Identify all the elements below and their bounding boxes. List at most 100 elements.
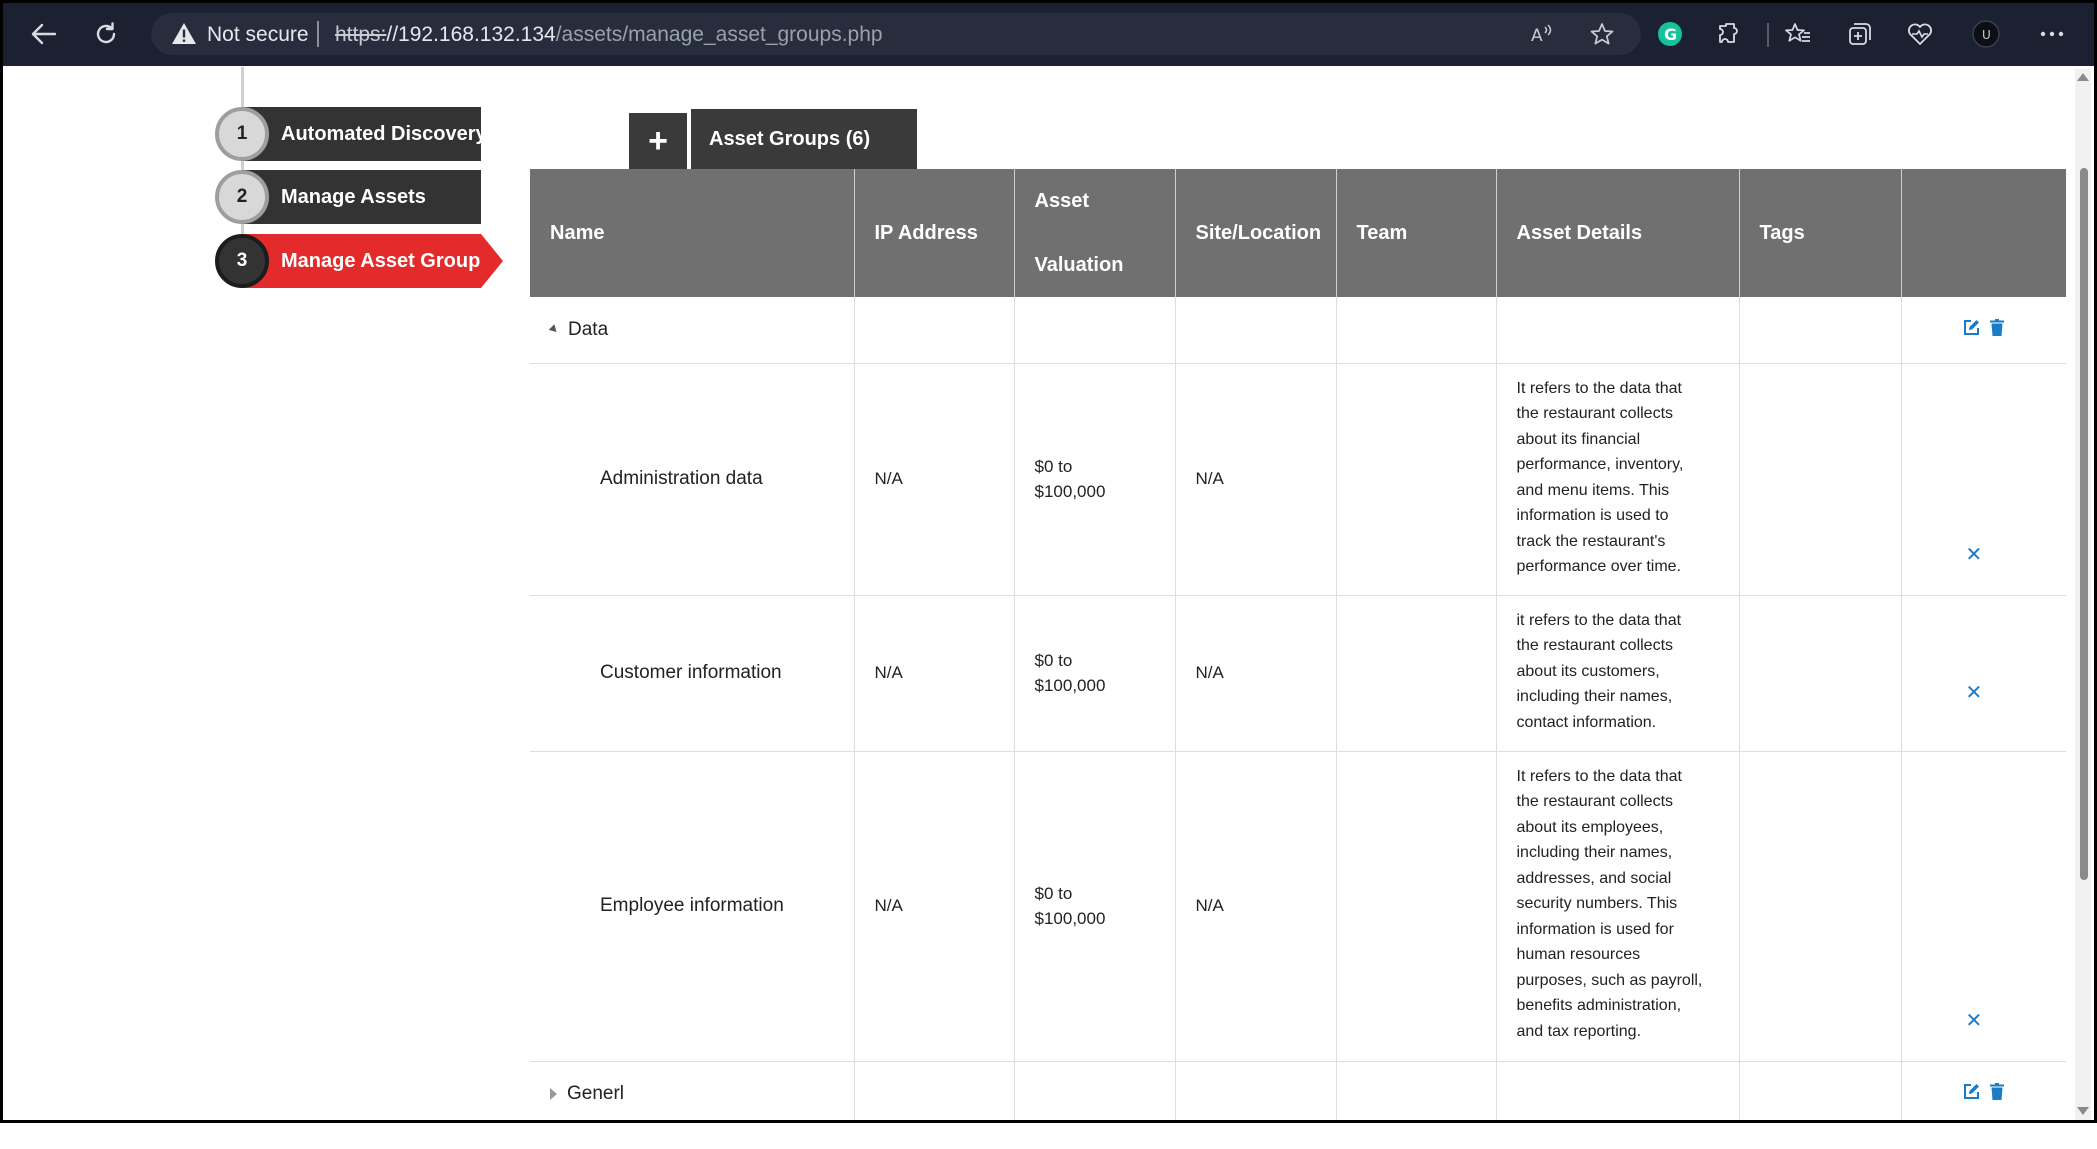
header-asset-valuation[interactable]: Asset Valuation	[1014, 169, 1176, 297]
details-line: the restaurant collects	[1516, 793, 1674, 810]
url-text[interactable]: https://192.168.132.134/assets/manage_as…	[335, 23, 883, 47]
group-row-data[interactable]: Data	[530, 297, 2066, 364]
asset-name[interactable]: Employee information	[530, 751, 855, 1062]
details-line: performance, inventory,	[1516, 456, 1684, 473]
header-ip-address[interactable]: IP Address	[854, 169, 1015, 297]
asset-tags	[1739, 751, 1902, 1062]
valuation-to: $100,000	[1034, 909, 1106, 928]
details-line: track the restaurant's	[1516, 532, 1666, 550]
asset-valuation: $0 to $100,000	[1014, 751, 1176, 1062]
details-line: contact information.	[1516, 713, 1657, 731]
asset-valuation: $0 to $100,000	[1014, 595, 1176, 752]
details-line: It refers to the data that	[1516, 379, 1682, 397]
asset-groups-table: Name IP Address Asset Valuation Site/Loca…	[530, 169, 2066, 1120]
table-row-administration-data[interactable]: Administration data N/A $0 to $100,000 N/…	[530, 363, 2066, 596]
details-line: benefits administration,	[1516, 997, 1682, 1014]
details-line: the restaurant collects	[1516, 405, 1674, 422]
app-frame: Not secure https://192.168.132.134/asset…	[0, 0, 2097, 1123]
details-line: about its customers,	[1516, 662, 1660, 680]
scrollbar-thumb[interactable]	[2080, 168, 2088, 880]
details-line: including their names,	[1516, 844, 1673, 861]
group-actions	[1901, 297, 2066, 364]
asset-ip: N/A	[854, 595, 1015, 752]
url-path: /assets/manage_asset_groups.php	[555, 23, 883, 46]
remove-x-icon[interactable]: ✕	[1966, 1008, 1983, 1033]
valuation-to: $100,000	[1034, 482, 1106, 501]
trash-icon[interactable]	[1990, 318, 2005, 341]
details-line: information is used to	[1516, 507, 1669, 524]
scroll-up-arrow-icon[interactable]	[2077, 73, 2089, 81]
table-row-customer-information[interactable]: Customer information N/A $0 to $100,000 N…	[530, 595, 2066, 752]
group-name-cell[interactable]: Generl	[530, 1061, 855, 1120]
asset-name[interactable]: Customer information	[530, 595, 855, 752]
asset-team	[1336, 363, 1497, 596]
header-valuation-line2: Valuation	[1034, 254, 1124, 276]
back-arrow-icon[interactable]	[27, 17, 61, 51]
tab-asset-groups[interactable]: Asset Groups (6)	[691, 109, 917, 169]
url-scheme: https:	[335, 23, 387, 46]
address-separator	[317, 21, 319, 47]
asset-team	[1336, 595, 1497, 752]
trash-icon[interactable]	[1990, 1083, 2005, 1105]
edit-icon[interactable]	[1963, 1083, 1980, 1105]
header-tags[interactable]: Tags	[1739, 169, 1902, 297]
header-name[interactable]: Name	[530, 169, 855, 297]
step-label: Manage Asset Groups	[241, 234, 491, 288]
step-label: Automated Discovery	[241, 107, 487, 161]
profile-icon[interactable]: U	[1969, 17, 2003, 51]
asset-site: N/A	[1175, 363, 1337, 596]
details-line: it refers to the data that	[1516, 611, 1682, 629]
group-row-generl[interactable]: Generl	[530, 1061, 2066, 1120]
asset-details: It refers to the data that the restauran…	[1496, 751, 1740, 1062]
details-line: and tax reporting.	[1516, 1022, 1642, 1040]
asset-tags	[1739, 595, 1902, 752]
header-asset-details[interactable]: Asset Details	[1496, 169, 1740, 297]
remove-x-icon[interactable]: ✕	[1966, 680, 1983, 705]
url-host: //192.168.132.134	[386, 23, 556, 46]
group-name-cell[interactable]: Data	[530, 297, 855, 364]
header-team[interactable]: Team	[1336, 169, 1497, 297]
asset-site: N/A	[1175, 595, 1337, 752]
group-name: Data	[568, 318, 609, 340]
details-line: human resources	[1516, 946, 1641, 963]
more-icon[interactable]	[2035, 17, 2069, 51]
details-line: addresses, and social	[1516, 869, 1672, 887]
caret-down-icon[interactable]	[548, 324, 560, 336]
edit-icon[interactable]	[1963, 319, 1980, 341]
security-warning-label[interactable]: Not secure	[207, 23, 309, 47]
details-line: about its financial	[1516, 430, 1641, 448]
asset-tags	[1739, 363, 1902, 596]
browser-toolbar: Not secure https://192.168.132.134/asset…	[3, 3, 2094, 66]
asset-name[interactable]: Administration data	[530, 363, 855, 596]
reload-icon[interactable]	[89, 17, 123, 51]
grammarly-icon[interactable]: G	[1653, 17, 1687, 51]
asset-ip: N/A	[854, 751, 1015, 1062]
details-line: and menu items. This	[1516, 481, 1670, 499]
asset-ip: N/A	[854, 363, 1015, 596]
asset-actions: ✕	[1901, 595, 2066, 752]
add-group-button[interactable]: +	[629, 113, 687, 169]
details-line: security numbers. This	[1516, 895, 1678, 912]
active-step-arrow	[481, 234, 503, 288]
collections-icon[interactable]	[1843, 17, 1877, 51]
valuation-to: $100,000	[1034, 676, 1106, 695]
details-line: including their names,	[1516, 688, 1673, 705]
grammarly-letter: G	[1664, 25, 1677, 44]
header-site-location[interactable]: Site/Location	[1175, 169, 1337, 297]
asset-details: it refers to the data that the restauran…	[1496, 595, 1740, 752]
caret-right-icon[interactable]	[550, 1087, 557, 1100]
profile-letter: U	[1982, 28, 1991, 42]
table-row-employee-information[interactable]: Employee information N/A $0 to $100,000 N…	[530, 751, 2066, 1062]
browser-essentials-icon[interactable]	[1903, 17, 1937, 51]
read-aloud-icon[interactable]: A	[1525, 17, 1559, 51]
details-line: the restaurant collects	[1516, 637, 1674, 654]
warning-icon	[171, 22, 197, 50]
favorite-star-icon[interactable]	[1585, 17, 1619, 51]
details-line: about its employees,	[1516, 818, 1664, 836]
address-bar[interactable]: Not secure https://192.168.132.134/asset…	[151, 13, 1641, 55]
extensions-icon[interactable]	[1713, 17, 1747, 51]
favorites-icon[interactable]	[1781, 17, 1815, 51]
scroll-down-arrow-icon[interactable]	[2077, 1107, 2089, 1115]
remove-x-icon[interactable]: ✕	[1966, 542, 1983, 567]
asset-actions: ✕	[1901, 751, 2066, 1062]
